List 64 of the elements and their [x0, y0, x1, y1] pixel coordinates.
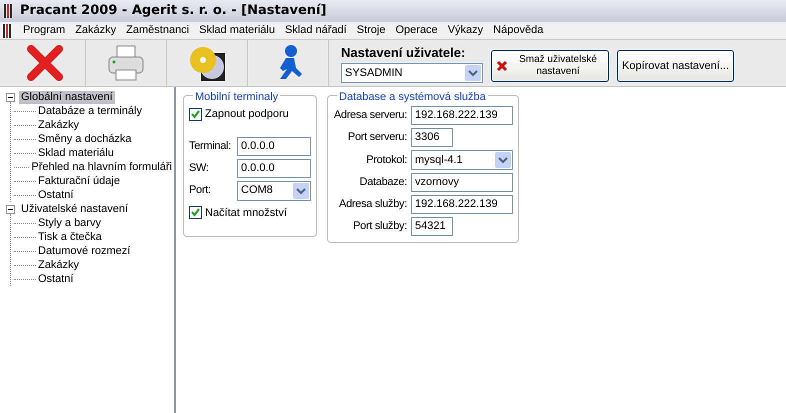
close-icon[interactable]	[25, 43, 65, 83]
dropdown-caret-icon[interactable]	[293, 182, 309, 198]
tree-item[interactable]: Směny a docházka	[36, 132, 134, 146]
tree-item[interactable]: Zakázky	[36, 118, 81, 132]
field-label: Adresa serveru:	[332, 108, 407, 124]
group-title: Mobilní terminaly	[193, 89, 280, 106]
tree-item[interactable]: Globální nastavení	[19, 90, 115, 104]
input-field[interactable]: 192.168.222.139	[411, 106, 513, 125]
menu-item[interactable]: Program	[23, 22, 66, 39]
checkbox-label: Zapnout podporu	[205, 107, 289, 122]
dropdown-caret-icon[interactable]	[465, 64, 481, 81]
menu-item[interactable]: Sklad materiálu	[199, 22, 275, 39]
menu-item[interactable]: Sklad nářadí	[284, 22, 347, 39]
menu-item[interactable]: Stroje	[356, 22, 386, 39]
tree-item[interactable]: Sklad materiálu	[36, 146, 116, 160]
menu-item[interactable]: Nápověda	[493, 22, 544, 39]
logo-icon	[3, 24, 13, 38]
field-label: SW:	[189, 160, 210, 176]
input-field[interactable]: 192.168.222.139	[411, 195, 513, 214]
copy-settings-button[interactable]: Kopírovat nastavení...	[617, 50, 734, 82]
tree-item[interactable]: Styly a barvy	[36, 216, 103, 230]
tree-item[interactable]: Zakázky	[36, 258, 81, 272]
checkbox-label: Načítat množství	[205, 206, 287, 220]
dropdown-caret-icon[interactable]	[495, 152, 511, 168]
field-label: Port serveru:	[346, 130, 407, 146]
delete-settings-button[interactable]: Smaž uživatelské nastavení	[491, 50, 609, 82]
tree-item[interactable]: Uživatelské nastavení	[19, 202, 130, 216]
field-label: Protokol:	[365, 152, 407, 168]
tree-item[interactable]: Přehled na hlavním formuláři	[29, 160, 174, 174]
checkbox[interactable]	[189, 206, 202, 220]
dropdown[interactable]: mysql-4.1	[411, 150, 513, 170]
menu-item[interactable]: Operace	[395, 22, 438, 39]
tree-item[interactable]: Datumové rozmezí	[36, 244, 132, 258]
tree-item[interactable]: Fakturační údaje	[36, 174, 122, 188]
checkmark-icon	[191, 208, 200, 218]
field-label: Port:	[189, 183, 212, 198]
input-field[interactable]: 54321	[411, 217, 453, 236]
input-field[interactable]: 3306	[411, 128, 453, 147]
collapse-icon[interactable]	[6, 92, 15, 102]
input-field[interactable]: 0.0.0.0	[237, 158, 311, 178]
menu-item[interactable]: Zakázky	[75, 22, 116, 39]
dropdown[interactable]: COM8	[237, 180, 311, 200]
user-dropdown[interactable]: SYSADMIN	[341, 62, 483, 83]
checkbox[interactable]	[189, 108, 202, 121]
delete-icon	[496, 60, 508, 72]
input-field[interactable]: 0.0.0.0	[237, 136, 311, 156]
collapse-icon[interactable]	[6, 204, 15, 214]
tree-item[interactable]: Tisk a čtečka	[36, 230, 104, 244]
logo-icon	[4, 4, 14, 18]
user-settings-label: Nastavení uživatele:	[341, 44, 466, 62]
menu-item[interactable]: Výkazy	[448, 22, 484, 39]
field-label: Port služby:	[352, 219, 407, 234]
input-field[interactable]: vzornovy	[411, 173, 513, 192]
tree-item[interactable]: Ostatní	[36, 188, 76, 202]
menu-item[interactable]: Zaměstnanci	[126, 22, 190, 39]
tree-item[interactable]: Databáze a terminály	[36, 104, 144, 118]
field-label: Terminal:	[189, 138, 232, 154]
window-title: Pracant 2009 - Agerit s. r. o. - [Nastavení]	[20, 2, 326, 20]
printer-icon[interactable]	[106, 43, 146, 83]
field-label: Adresa služby:	[338, 197, 407, 212]
checkmark-icon	[191, 110, 200, 119]
group-title: Database a systémová služba	[337, 89, 488, 106]
tree-item[interactable]: Ostatní	[36, 272, 76, 286]
field-label: Databaze:	[358, 175, 407, 190]
